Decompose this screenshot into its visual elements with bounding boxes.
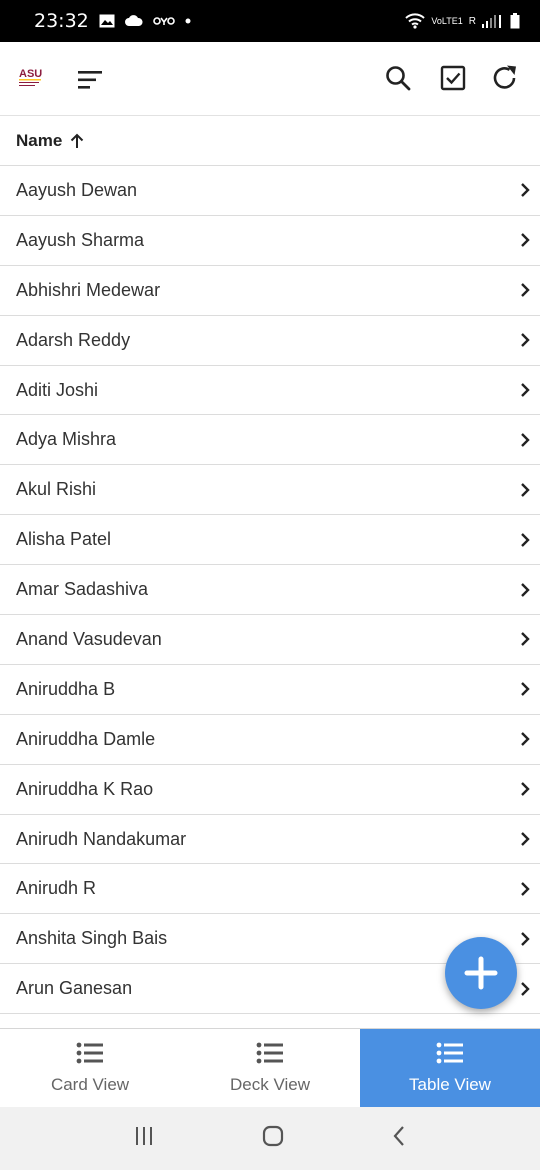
table-row[interactable]: Anand Vasudevan xyxy=(0,615,540,665)
chevron-right-icon xyxy=(520,482,530,498)
row-name: Adarsh Reddy xyxy=(16,329,131,350)
chevron-right-icon xyxy=(520,282,530,298)
table-row[interactable]: Akul Rishi xyxy=(0,465,540,516)
row-name: Aniruddha B xyxy=(16,678,116,699)
chevron-right-icon xyxy=(520,432,530,448)
plus-icon xyxy=(464,956,498,990)
row-name: Alisha Patel xyxy=(16,529,112,550)
chevron-right-icon xyxy=(520,182,530,198)
row-name: Amar Sadashiva xyxy=(16,579,149,600)
chevron-right-icon xyxy=(520,881,530,897)
row-name: Abhishri Medewar xyxy=(16,279,161,300)
row-name: Anand Vasudevan xyxy=(16,628,162,649)
svg-text:ASU: ASU xyxy=(19,68,42,80)
table-row[interactable]: Aniruddha K Rao xyxy=(0,765,540,815)
chevron-right-icon xyxy=(520,332,530,348)
chevron-right-icon xyxy=(520,382,530,398)
chevron-right-icon xyxy=(520,781,530,797)
volte-label: VoLTE1 xyxy=(431,16,463,26)
chevron-right-icon xyxy=(520,532,530,548)
row-name: Anirudh Nandakumar xyxy=(16,828,187,849)
bottom-tabs: Card View Deck View Table View xyxy=(0,1028,540,1107)
row-name: Arun Ganesan xyxy=(16,978,133,999)
tab-card-view[interactable]: Card View xyxy=(0,1029,180,1107)
table-row[interactable]: Adya Mishra xyxy=(0,415,540,466)
add-button[interactable] xyxy=(445,937,517,1009)
oyo-icon xyxy=(152,16,175,26)
home-icon[interactable] xyxy=(261,1124,285,1153)
row-name: Aayush Dewan xyxy=(16,179,138,200)
table-row[interactable]: Anirudh R xyxy=(0,864,540,915)
column-header-name[interactable]: Name xyxy=(0,116,540,166)
chevron-right-icon xyxy=(520,681,530,697)
table-row[interactable]: Aayush Dewan xyxy=(0,166,540,216)
chevron-right-icon xyxy=(520,731,530,747)
table-row[interactable]: Aniruddha Damle xyxy=(0,715,540,765)
dot-icon xyxy=(185,18,191,24)
menu-icon[interactable] xyxy=(76,66,104,94)
tab-deck-view[interactable]: Deck View xyxy=(180,1029,360,1107)
recents-icon[interactable] xyxy=(133,1125,155,1152)
tab-table-view[interactable]: Table View xyxy=(360,1029,540,1107)
search-icon[interactable] xyxy=(382,62,414,94)
table-row[interactable]: Amar Sadashiva xyxy=(0,565,540,616)
refresh-icon[interactable] xyxy=(489,62,521,94)
name-list: Aayush Dewan Aayush Sharma Abhishri Mede… xyxy=(0,166,540,1028)
table-row[interactable]: Alisha Patel xyxy=(0,515,540,566)
row-name: Aniruddha Damle xyxy=(16,728,156,749)
list-icon xyxy=(436,1042,464,1069)
status-bar: 23:32 VoLTE1 R xyxy=(0,0,540,42)
chevron-right-icon xyxy=(520,831,530,847)
wifi-icon xyxy=(405,13,426,29)
row-name: Akul Rishi xyxy=(16,479,97,500)
row-name: Aniruddha K Rao xyxy=(16,778,154,799)
chevron-right-icon xyxy=(520,631,530,647)
row-name: Anirudh R xyxy=(16,878,97,899)
tab-label: Deck View xyxy=(230,1074,310,1094)
cloud-icon xyxy=(124,15,143,27)
table-row[interactable]: Aniruddha B xyxy=(0,665,540,715)
battery-icon xyxy=(510,13,520,29)
row-name: Aayush Sharma xyxy=(16,229,145,250)
system-nav-bar xyxy=(0,1107,540,1170)
chevron-right-icon xyxy=(520,582,530,598)
tab-label: Table View xyxy=(409,1074,491,1094)
list-icon xyxy=(76,1042,104,1069)
signal-icon xyxy=(482,14,504,28)
status-right: VoLTE1 R xyxy=(405,13,520,29)
table-row[interactable]: Abhishri Medewar xyxy=(0,266,540,316)
table-row[interactable]: Aditi Joshi xyxy=(0,366,540,416)
chevron-right-icon xyxy=(520,232,530,248)
tab-label: Card View xyxy=(50,1074,130,1094)
roaming-label: R xyxy=(468,15,476,27)
table-row[interactable]: Aayush Sharma xyxy=(0,216,540,266)
chevron-right-icon xyxy=(520,981,530,997)
row-name: Aditi Joshi xyxy=(16,379,99,400)
table-row[interactable]: Adarsh Reddy xyxy=(0,316,540,366)
table-row[interactable]: Anirudh Nandakumar xyxy=(0,815,540,865)
arrow-up-icon xyxy=(70,133,84,149)
chevron-right-icon xyxy=(520,931,530,947)
row-name: Adya Mishra xyxy=(16,429,117,450)
row-name: Anshita Singh Bais xyxy=(16,928,168,949)
list-icon xyxy=(256,1042,284,1069)
column-header-label: Name xyxy=(16,130,63,150)
asu-logo-icon: ASU xyxy=(18,66,46,92)
status-time: 23:32 xyxy=(34,10,89,32)
status-left: 23:32 xyxy=(34,10,191,32)
app-bar: ASU xyxy=(0,42,540,116)
back-icon[interactable] xyxy=(391,1125,407,1152)
checkbox-icon[interactable] xyxy=(437,62,469,94)
gallery-icon xyxy=(99,14,115,28)
